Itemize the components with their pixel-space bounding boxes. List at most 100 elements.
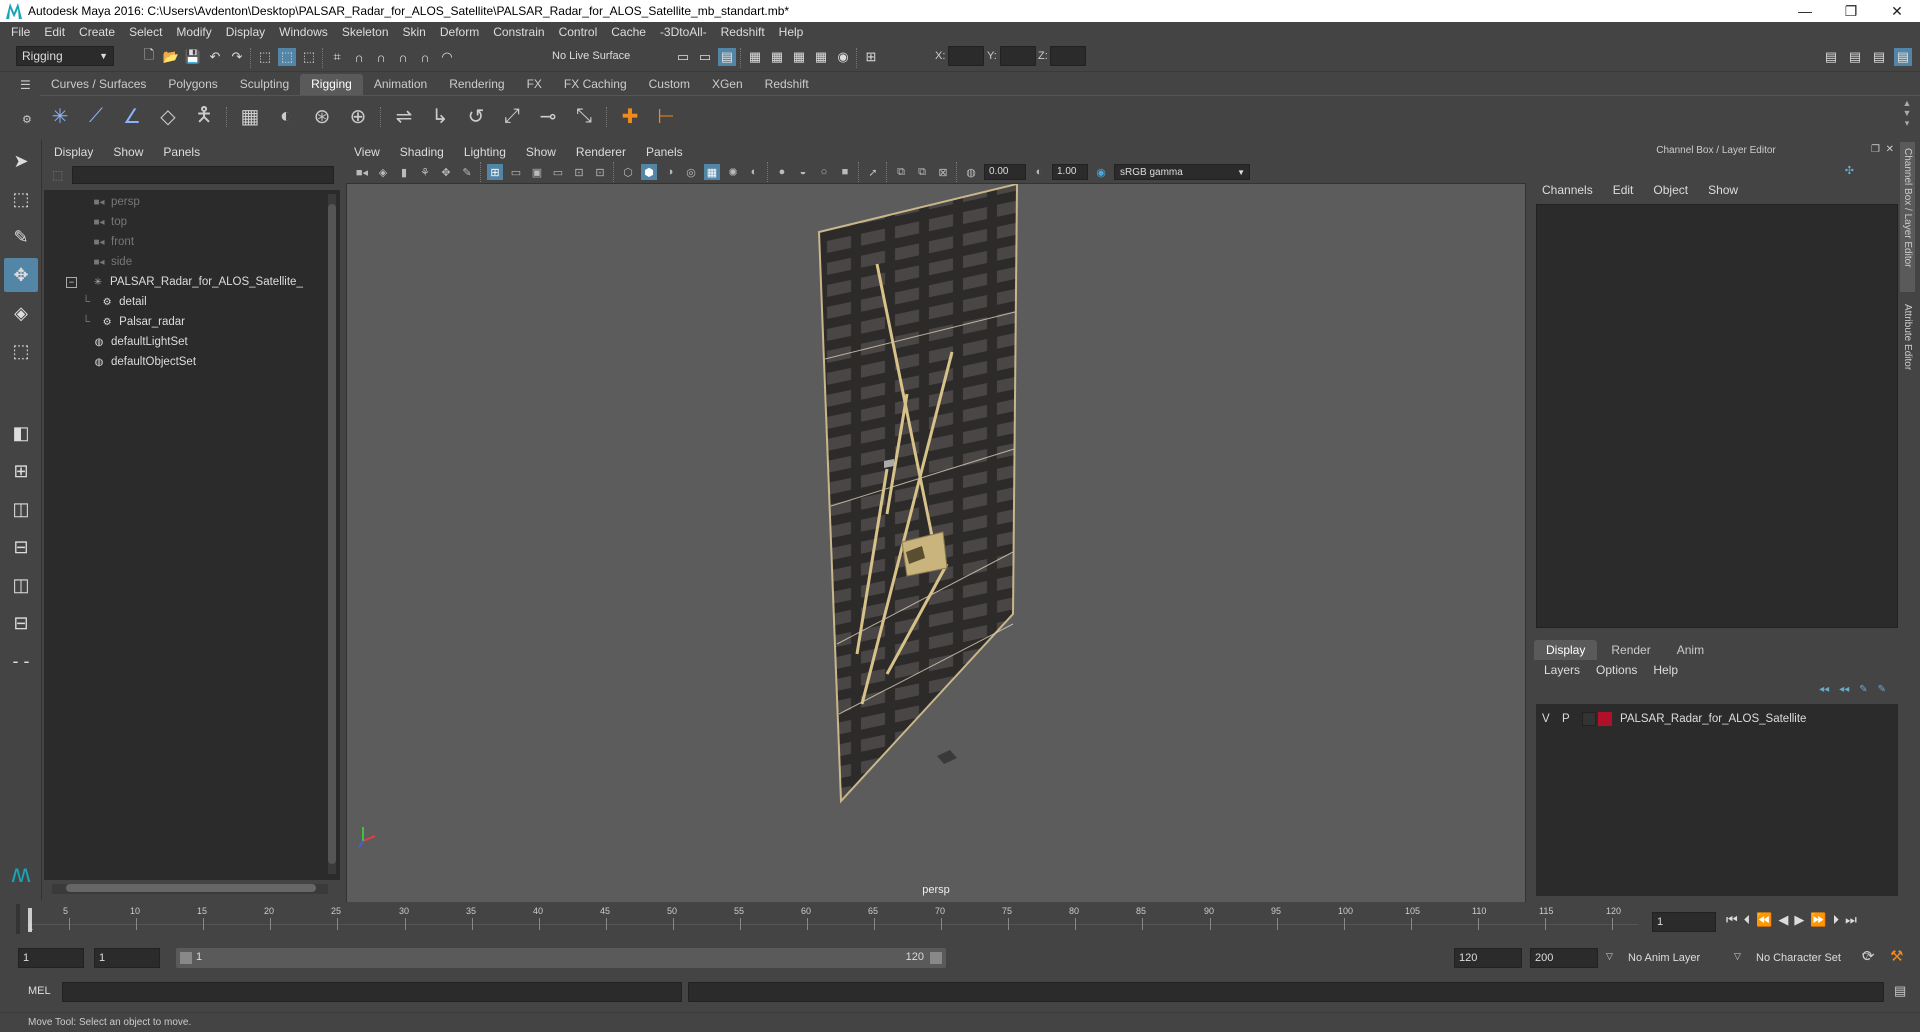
shadows-icon[interactable]: ◐: [746, 164, 762, 180]
single-perspective-layout-icon[interactable]: ◧: [4, 416, 38, 450]
range-end-handle[interactable]: [930, 952, 942, 964]
current-frame-field[interactable]: 1: [1652, 912, 1716, 932]
playback-start-field[interactable]: 1: [94, 948, 160, 968]
scroll-thumb[interactable]: [328, 204, 336, 864]
step-back-key-icon[interactable]: ⏴: [1744, 912, 1751, 928]
new-layer-icon[interactable]: ✎: [1859, 684, 1867, 695]
attribute-editor-icon[interactable]: ▤: [1846, 48, 1864, 66]
auto-key-icon[interactable]: ⟳: [1862, 947, 1875, 965]
channels-menu-channels[interactable]: Channels: [1542, 183, 1593, 197]
close-button[interactable]: ✕: [1874, 0, 1920, 22]
antialiasing-icon[interactable]: ○: [816, 164, 832, 180]
snap-surface-icon[interactable]: ∩: [416, 48, 434, 66]
maya-home-icon[interactable]: ʍ: [4, 856, 38, 890]
menu-constrain[interactable]: Constrain: [486, 25, 551, 39]
layer-tab-display[interactable]: Display: [1534, 640, 1598, 660]
range-start-handle[interactable]: [180, 952, 192, 964]
start-time-field[interactable]: 1: [18, 948, 84, 968]
xray-icon[interactable]: ◎: [683, 164, 699, 180]
layers-menu-help[interactable]: Help: [1653, 663, 1678, 677]
move-tool-icon[interactable]: ✥: [4, 258, 38, 292]
shelf-tab-curves[interactable]: Curves / Surfaces: [40, 74, 157, 95]
list-item[interactable]: ■◂ side: [44, 252, 340, 272]
list-item[interactable]: └ ⚙ detail: [44, 292, 340, 312]
outliner-menu-show[interactable]: Show: [113, 145, 143, 159]
layer-tab-render[interactable]: Render: [1599, 640, 1662, 660]
backface-culling-icon[interactable]: ⊠: [935, 164, 951, 180]
live-surface-field[interactable]: No Live Surface: [552, 46, 674, 66]
z-field[interactable]: [1050, 46, 1086, 66]
wireframe-on-shaded-icon[interactable]: ◑: [662, 164, 678, 180]
shelf-settings-icon[interactable]: ⚙: [22, 113, 34, 126]
menu-deform[interactable]: Deform: [433, 25, 486, 39]
snap-curve-icon[interactable]: ∩: [350, 48, 368, 66]
chevron-down-icon[interactable]: ▽: [1734, 951, 1741, 962]
list-item[interactable]: ◍ defaultLightSet: [44, 332, 340, 352]
scale-constraint-icon[interactable]: ⤢: [498, 103, 526, 131]
character-set-select[interactable]: No Character Set: [1750, 948, 1870, 968]
side-tab-attribute-editor[interactable]: Attribute Editor: [1900, 298, 1915, 398]
menu-select[interactable]: Select: [122, 25, 169, 39]
range-slider[interactable]: 1 120: [176, 948, 946, 968]
xray-active-icon[interactable]: ⧉: [914, 164, 930, 180]
axis-orient-icon[interactable]: ✣: [1845, 164, 1854, 177]
list-item[interactable]: ■◂ front: [44, 232, 340, 252]
snap-view-icon[interactable]: ∩: [394, 48, 412, 66]
exposure-icon[interactable]: ◍: [963, 164, 979, 180]
snap-grid-icon[interactable]: ⌗: [328, 48, 346, 66]
float-panel-icon[interactable]: ❐: [1871, 144, 1880, 155]
grease-pencil-icon[interactable]: ✎: [459, 164, 475, 180]
persp-hypershade-layout-icon[interactable]: ◫: [4, 568, 38, 602]
command-input[interactable]: [62, 982, 682, 1002]
open-scene-icon[interactable]: 📂: [162, 48, 180, 66]
construction-history-icon[interactable]: ▤: [718, 48, 736, 66]
wireframe-icon[interactable]: ⬡: [620, 164, 636, 180]
channels-menu-object[interactable]: Object: [1653, 183, 1688, 197]
vp-menu-view[interactable]: View: [354, 145, 380, 159]
list-item[interactable]: ■◂ persp: [44, 192, 340, 212]
scale-tool-icon[interactable]: ⬚: [4, 334, 38, 368]
vp-menu-lighting[interactable]: Lighting: [464, 145, 506, 159]
outliner-menu-display[interactable]: Display: [54, 145, 93, 159]
ipr-render-icon[interactable]: ▦: [768, 48, 786, 66]
undo-icon[interactable]: ↶: [206, 48, 224, 66]
step-back-frame-icon[interactable]: ⏪: [1756, 912, 1772, 928]
tool-settings-icon[interactable]: ▤: [1870, 48, 1888, 66]
locator-icon[interactable]: ✚: [616, 103, 644, 131]
layer-color-swatch[interactable]: [1598, 712, 1612, 726]
grid-icon[interactable]: ⊞: [487, 164, 503, 180]
layer-tab-anim[interactable]: Anim: [1665, 640, 1716, 660]
shelf-tab-fx[interactable]: FX: [516, 74, 553, 95]
paint-weights-icon[interactable]: ◐: [272, 103, 300, 131]
rotate-tool-icon[interactable]: ◈: [4, 296, 38, 330]
outliner-vscrollbar[interactable]: [328, 194, 336, 874]
filter-icon[interactable]: ⬚: [52, 168, 66, 182]
anim-layer-select[interactable]: No Anim Layer: [1622, 948, 1742, 968]
menu-edit[interactable]: Edit: [37, 25, 72, 39]
shelf-tab-animation[interactable]: Animation: [363, 74, 438, 95]
screen-space-ao-icon[interactable]: ●: [774, 164, 790, 180]
pole-vector-icon[interactable]: ⤡: [570, 103, 598, 131]
viewport-persp[interactable]: persp: [346, 183, 1526, 903]
four-view-layout-icon[interactable]: ⊞: [4, 454, 38, 488]
outliner-hscrollbar[interactable]: [52, 884, 328, 894]
menu-display[interactable]: Display: [219, 25, 272, 39]
layer-visibility-toggle[interactable]: V: [1542, 713, 1554, 725]
motion-blur-icon[interactable]: ◒: [795, 164, 811, 180]
menu-file[interactable]: File: [4, 25, 37, 39]
menu-skeleton[interactable]: Skeleton: [335, 25, 396, 39]
custom-layout-icon[interactable]: ‐ ‐: [4, 644, 38, 678]
outliner-menu-panels[interactable]: Panels: [163, 145, 200, 159]
list-item[interactable]: ◍ defaultObjectSet: [44, 352, 340, 372]
select-object-icon[interactable]: ⬚: [278, 48, 296, 66]
transform-mode-icon[interactable]: ⊞: [862, 48, 880, 66]
menu-windows[interactable]: Windows: [272, 25, 335, 39]
safe-action-icon[interactable]: ⊡: [592, 164, 608, 180]
layer-row[interactable]: V P PALSAR_Radar_for_ALOS_Satellite: [1542, 710, 1892, 728]
menu-help[interactable]: Help: [772, 25, 811, 39]
use-all-lights-icon[interactable]: ✺: [725, 164, 741, 180]
side-tab-channel-box[interactable]: Channel Box / Layer Editor: [1900, 142, 1915, 292]
render-view-icon[interactable]: ◉: [834, 48, 852, 66]
select-hierarchy-icon[interactable]: ⬚: [256, 48, 274, 66]
mirror-joint-icon[interactable]: ◇: [154, 103, 182, 131]
